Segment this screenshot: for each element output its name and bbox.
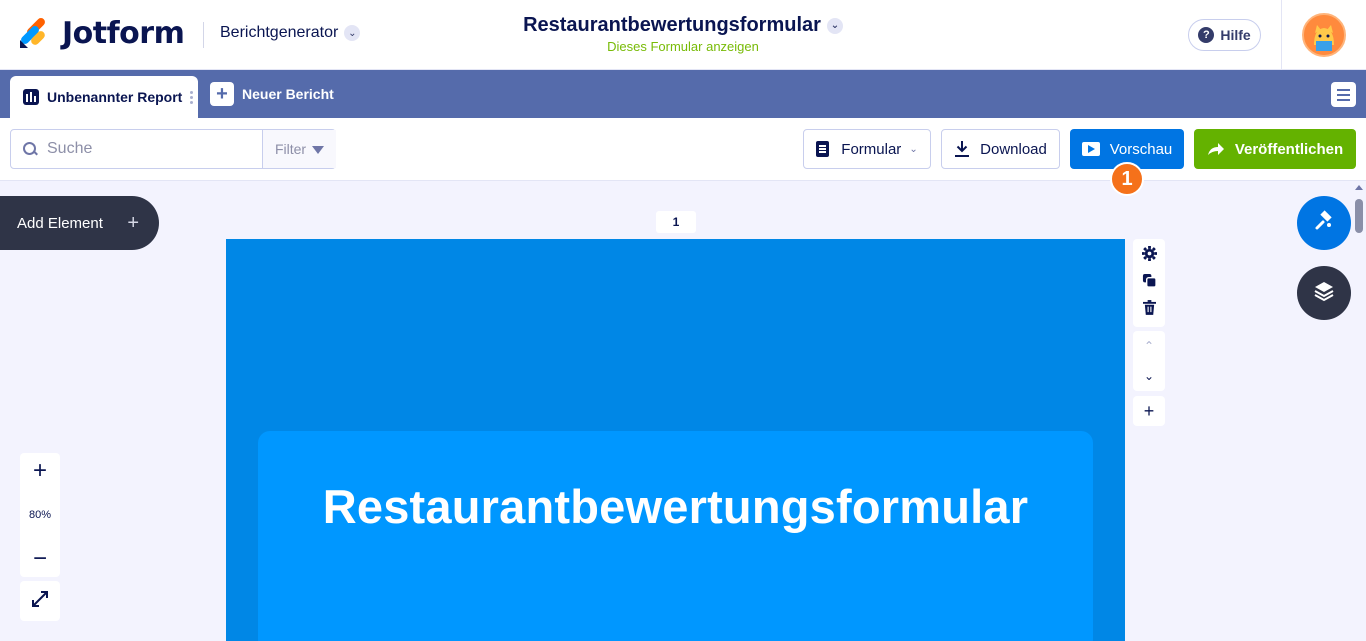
download-button[interactable]: Download	[941, 129, 1060, 169]
view-form-link[interactable]: Dieses Formular anzeigen	[0, 39, 1366, 54]
trash-icon[interactable]	[1142, 299, 1156, 320]
chevron-down-icon: ⌄	[826, 17, 843, 34]
help-label: Hilfe	[1220, 27, 1251, 43]
plus-icon: +	[1143, 400, 1155, 421]
search-box: Filter	[10, 129, 336, 169]
page-tools	[1133, 239, 1165, 327]
tab-label: Unbenannter Report	[47, 89, 183, 105]
zoom-out-button[interactable]: −	[33, 547, 47, 571]
add-element-button[interactable]: Add Element +	[0, 196, 159, 250]
publish-label: Veröffentlichen	[1234, 140, 1344, 158]
report-tab-bar: Unbenannter Report + Neuer Bericht	[0, 70, 1366, 118]
zoom-in-button[interactable]: +	[33, 459, 47, 483]
report-icon	[23, 89, 39, 105]
fullscreen-icon	[31, 590, 49, 613]
form-title-area: Restaurantbewertungsformular ⌄ Dieses Fo…	[0, 14, 1366, 54]
tab-unnamed-report[interactable]: Unbenannter Report	[10, 76, 198, 118]
report-title: Restaurantbewertungsformular	[322, 480, 1029, 533]
scroll-thumb[interactable]	[1355, 199, 1363, 233]
form-title-text: Restaurantbewertungsformular	[523, 14, 821, 36]
report-page[interactable]: Restaurantbewertungsformular	[226, 239, 1125, 641]
step-badge: 1	[1110, 162, 1144, 196]
zoom-controls: + 80% −	[20, 453, 60, 577]
zoom-level: 80%	[28, 509, 52, 521]
help-button[interactable]: ? Hilfe	[1188, 19, 1261, 51]
download-icon	[954, 140, 970, 158]
filter-button[interactable]: Filter	[262, 130, 336, 168]
form-title[interactable]: Restaurantbewertungsformular ⌄	[523, 14, 843, 37]
search-input[interactable]	[47, 140, 247, 158]
tab-options-icon[interactable]	[190, 90, 194, 104]
design-button[interactable]	[1297, 196, 1351, 250]
title-element[interactable]: Restaurantbewertungsformular	[258, 431, 1093, 641]
share-arrow-icon	[1207, 142, 1225, 156]
new-report-button[interactable]: + Neuer Bericht	[210, 82, 334, 106]
form-label: Formular	[841, 140, 902, 158]
help-icon: ?	[1198, 27, 1215, 43]
chevron-down-icon[interactable]: ⌄	[1144, 369, 1154, 383]
header-divider	[1281, 0, 1282, 70]
duplicate-icon[interactable]	[1142, 273, 1157, 293]
gear-icon[interactable]	[1141, 246, 1157, 266]
publish-button[interactable]: Veröffentlichen	[1194, 129, 1356, 169]
scroll-up-icon[interactable]	[1355, 185, 1363, 190]
download-label: Download	[980, 140, 1047, 158]
form-icon	[816, 141, 830, 157]
avatar[interactable]	[1302, 13, 1346, 57]
chevron-down-icon: ⌄	[909, 143, 918, 155]
canvas-scrollbar[interactable]	[1352, 181, 1366, 641]
new-report-label: Neuer Bericht	[242, 86, 334, 102]
form-dropdown-button[interactable]: Formular ⌄	[803, 129, 931, 169]
app-header: Jotform Berichtgenerator ⌄ Restaurantbew…	[0, 0, 1366, 70]
paint-roller-icon	[1313, 209, 1335, 237]
report-toolbar: Filter Formular ⌄ Download Vorschau Verö…	[0, 118, 1366, 181]
preview-play-icon	[1081, 142, 1100, 156]
add-page-button[interactable]: +	[1133, 396, 1165, 426]
filter-icon	[312, 146, 325, 154]
filter-label: Filter	[274, 141, 307, 157]
menu-icon[interactable]	[1331, 82, 1356, 107]
preview-label: Vorschau	[1109, 140, 1173, 158]
chevron-up-icon[interactable]: ⌃	[1144, 339, 1154, 353]
page-move-controls: ⌃ ⌄	[1133, 331, 1165, 391]
add-element-label: Add Element	[17, 214, 103, 232]
fullscreen-button[interactable]	[20, 581, 60, 621]
search-icon	[23, 142, 37, 156]
plus-icon: +	[127, 211, 139, 234]
layers-button[interactable]	[1297, 266, 1351, 320]
layers-icon	[1313, 280, 1335, 307]
plus-icon: +	[210, 82, 234, 106]
page-number: 1	[656, 211, 696, 233]
